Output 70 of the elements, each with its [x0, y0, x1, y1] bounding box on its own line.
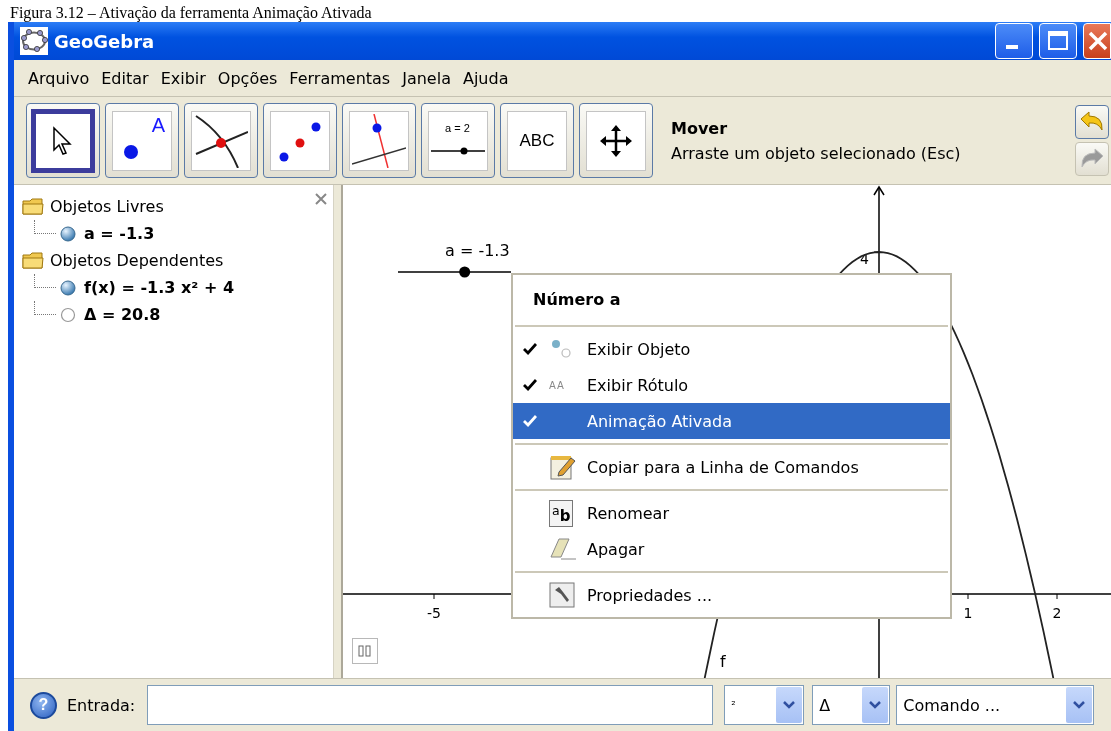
folder-icon [22, 252, 44, 269]
tool-button[interactable] [184, 103, 258, 178]
menu-item[interactable]: Exibir [154, 68, 212, 88]
tree-item-label[interactable]: f(x) = -1.3 x² + 4 [84, 278, 234, 297]
menu-item[interactable]: Ferramentas [283, 68, 397, 88]
menu-option[interactable]: $^{a}$b Renomear [513, 495, 950, 531]
tool-name: Mover [671, 118, 729, 138]
label-icon: AA [549, 379, 565, 391]
chevron-down-icon [868, 700, 883, 710]
chevron-down-icon [782, 700, 797, 710]
menu-item[interactable]: Ajuda [456, 68, 515, 88]
close-button[interactable] [1083, 23, 1111, 59]
function-label: f [720, 652, 726, 671]
undo-button[interactable] [1075, 105, 1109, 139]
window-title: GeoGebra [54, 30, 155, 52]
tool-button[interactable]: A [105, 103, 179, 178]
objects-icon [549, 339, 573, 359]
menu-option[interactable]: AA Exibir Rótulo [513, 367, 950, 403]
move-icon [599, 123, 633, 158]
folder-icon [22, 198, 44, 215]
tool-button[interactable] [579, 103, 653, 178]
tool-button[interactable]: a = 2 [421, 103, 495, 178]
minimize-button[interactable] [995, 23, 1033, 59]
tool-button[interactable]: ABC [500, 103, 574, 178]
tool-button[interactable] [26, 103, 100, 178]
dropdown[interactable]: Comando ... [896, 685, 1095, 725]
wrench-icon [549, 582, 575, 608]
tree-item-label[interactable]: a = -1.3 [84, 224, 155, 243]
close-icon[interactable] [315, 193, 327, 205]
menu-item[interactable]: Arquivo [22, 68, 96, 88]
dropdown[interactable]: ² [724, 685, 805, 725]
slider-icon [431, 145, 485, 156]
menu-option[interactable]: Animação Ativada [513, 403, 950, 439]
rename-icon: $^{a}$b [549, 499, 574, 527]
menu-item[interactable]: Janela [396, 68, 457, 88]
pause-icon [358, 645, 372, 657]
menu-option[interactable]: Apagar [513, 531, 950, 567]
menu-item[interactable]: Opções [211, 68, 284, 88]
input-field[interactable] [147, 685, 714, 725]
tick-label: -5 [427, 605, 441, 621]
menu-option[interactable]: Propriedades ... [513, 577, 950, 613]
menu-option[interactable]: Exibir Objeto [513, 331, 950, 367]
menu-option[interactable]: Copiar para a Linha de Comandos [513, 449, 950, 485]
perpendicular-line-icon [352, 113, 406, 168]
eraser-icon [549, 537, 577, 561]
visibility-icon[interactable] [60, 279, 76, 296]
input-label: Entrada: [67, 695, 136, 715]
cursor-icon [52, 125, 74, 156]
tick-label: 1 [963, 605, 973, 621]
tree-folder-label[interactable]: Objetos Livres [50, 197, 164, 216]
point-icon [123, 143, 139, 160]
dropdown[interactable]: Δ [812, 685, 891, 725]
menu-item[interactable]: Editar [95, 68, 155, 88]
tree-item-label[interactable]: Δ = 20.8 [84, 305, 161, 324]
slider-track[interactable] [397, 266, 512, 278]
visibility-icon[interactable] [60, 225, 76, 242]
slider-label: a = -1.3 [445, 241, 510, 260]
intersection-icon [194, 113, 248, 168]
tick-label: 2 [1052, 605, 1062, 621]
visibility-icon[interactable] [60, 306, 76, 323]
maximize-button[interactable] [1039, 23, 1077, 59]
figure-caption: Figura 3.12 – Ativação da ferramenta Animação Ativada [10, 4, 372, 22]
app-logo-icon [20, 27, 48, 55]
tool-description: Arraste um objeto selecionado (Esc) [671, 143, 961, 163]
notepad-pencil-icon [549, 454, 577, 480]
menu-title: Número a [532, 289, 622, 311]
tree-folder-label[interactable]: Objetos Dependentes [50, 251, 224, 270]
slider-thumb[interactable] [459, 266, 471, 278]
tool-button[interactable] [342, 103, 416, 178]
chevron-down-icon [1072, 700, 1087, 710]
